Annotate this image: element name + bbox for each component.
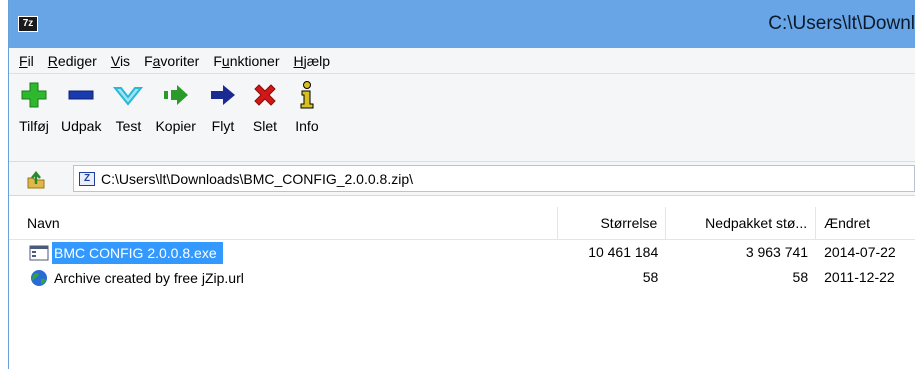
delete-button[interactable]: Slet (244, 80, 286, 134)
plus-icon (21, 82, 47, 108)
menu-fil[interactable]: Fil (12, 48, 41, 74)
file-modified: 2011-12-22 (824, 269, 895, 285)
menu-favoriter[interactable]: Favoriter (137, 48, 206, 74)
arrow-right-icon (210, 85, 235, 105)
extract-button-label: Udpak (61, 118, 102, 134)
table-row[interactable]: BMC CONFIG 2.0.0.8.exe 10 461 184 3 963 … (9, 240, 915, 265)
menu-bar: Fil Rediger Vis Favoriter Funktioner Hjæ… (9, 48, 915, 74)
7zip-window: 7z C:\Users\lt\Downl Fil Rediger Vis Fav… (8, 0, 915, 369)
copy-button[interactable]: Kopier (149, 80, 201, 134)
file-name: Archive created by free jZip.url (54, 269, 244, 286)
file-packed-size: 58 (792, 269, 809, 285)
window-title: C:\Users\lt\Downl (768, 13, 915, 34)
list-header: Navn Størrelse Nedpakket stø... Ændret (9, 206, 915, 240)
menu-rediger[interactable]: Rediger (41, 48, 104, 74)
toolbar: Tilføj Udpak Test Kopier Flyt Slet Info (9, 74, 915, 162)
info-button-label: Info (295, 118, 319, 134)
column-header-size[interactable]: Størrelse (558, 206, 667, 240)
add-button[interactable]: Tilføj (13, 80, 55, 134)
move-button-label: Flyt (211, 118, 235, 134)
file-list[interactable]: Navn Størrelse Nedpakket stø... Ændret B… (9, 206, 915, 369)
file-modified: 2014-07-22 (824, 244, 896, 260)
menu-hjaelp[interactable]: Hjælp (287, 48, 338, 74)
check-icon (113, 87, 144, 106)
file-name: BMC CONFIG 2.0.0.8.exe (52, 241, 223, 264)
test-button-label: Test (115, 118, 142, 134)
file-packed-size: 3 963 741 (745, 244, 809, 260)
info-button[interactable]: Info (286, 80, 328, 134)
move-button[interactable]: Flyt (202, 80, 244, 134)
address-path: C:\Users\lt\Downloads\BMC_CONFIG_2.0.0.8… (101, 170, 413, 187)
info-icon (300, 81, 314, 109)
double-arrow-icon (163, 85, 188, 105)
table-row[interactable]: Archive created by free jZip.url 58 58 2… (9, 265, 915, 290)
globe-icon (31, 269, 47, 286)
column-header-modified[interactable]: Ændret (816, 207, 915, 240)
column-header-name[interactable]: Navn (9, 206, 559, 240)
minus-icon (68, 90, 94, 100)
extract-button[interactable]: Udpak (55, 80, 107, 134)
exe-window-icon (29, 245, 49, 260)
column-header-packed-size[interactable]: Nedpakket stø... (666, 206, 817, 240)
add-button-label: Tilføj (19, 118, 49, 134)
file-size: 10 461 184 (588, 244, 659, 260)
title-bar[interactable]: 7z C:\Users\lt\Downl (9, 0, 915, 48)
x-icon (254, 84, 276, 106)
file-size: 58 (642, 269, 659, 285)
folder-up-icon[interactable] (25, 168, 47, 190)
test-button[interactable]: Test (107, 80, 149, 134)
delete-button-label: Slet (252, 118, 277, 134)
copy-button-label: Kopier (155, 118, 196, 134)
zip-archive-icon: Z (79, 171, 95, 186)
menu-vis[interactable]: Vis (104, 48, 137, 74)
address-field[interactable]: Z C:\Users\lt\Downloads\BMC_CONFIG_2.0.0… (73, 165, 915, 192)
menu-funktioner[interactable]: Funktioner (206, 48, 286, 74)
7zip-app-icon[interactable]: 7z (18, 16, 38, 32)
address-bar: Z C:\Users\lt\Downloads\BMC_CONFIG_2.0.0… (9, 162, 915, 196)
